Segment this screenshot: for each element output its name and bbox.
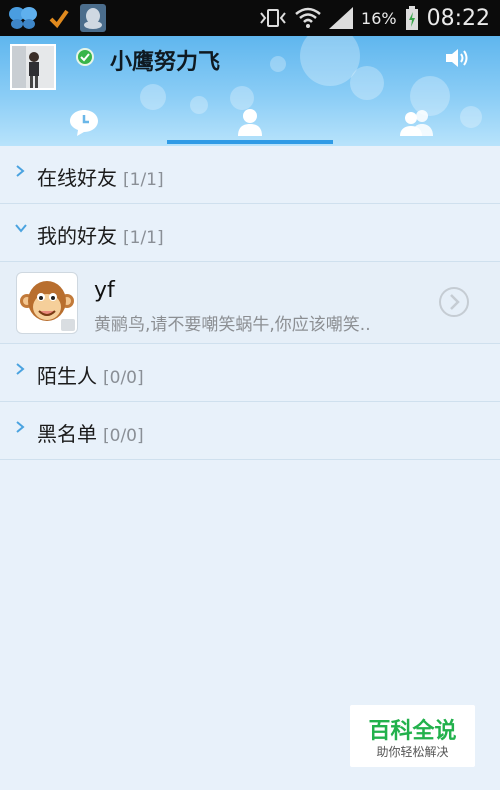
watermark-badge: 百科全说 助你轻松解决: [350, 705, 475, 767]
online-status-icon[interactable]: [76, 48, 94, 66]
profile-header: 小鹰努力飞: [0, 36, 500, 146]
notification-icons: [8, 4, 106, 32]
chevron-circle-right-icon[interactable]: [438, 286, 470, 318]
check-icon: [49, 9, 69, 29]
person-icon: [238, 109, 262, 136]
group-label: 黑名单 [0/0]: [37, 418, 144, 447]
tab-contacts[interactable]: [167, 98, 333, 146]
main-tabs: [0, 98, 500, 146]
group-count: [0/0]: [103, 368, 144, 388]
watermark-subtitle: 助你轻松解决: [376, 745, 449, 759]
my-nickname[interactable]: 小鹰努力飞: [110, 44, 220, 76]
group-count: [1/1]: [123, 170, 164, 190]
wifi-icon: [295, 7, 321, 28]
group-name: 黑名单: [37, 422, 97, 446]
qq-penguin-icon: [80, 4, 106, 32]
speaker-icon[interactable]: [444, 46, 470, 74]
profile-photo: [12, 46, 54, 88]
group-name: 陌生人: [37, 364, 97, 388]
clock: 08:22: [426, 5, 490, 31]
system-icons: 16% 08:22: [259, 0, 490, 36]
friend-avatar[interactable]: [16, 272, 78, 334]
group-blacklist[interactable]: 黑名单 [0/0]: [0, 402, 500, 460]
group-label: 我的好友 [1/1]: [37, 220, 164, 249]
friend-name: yf: [94, 278, 115, 303]
group-label: 陌生人 [0/0]: [37, 360, 144, 389]
my-avatar[interactable]: [10, 44, 56, 90]
friend-row-yf[interactable]: yf 黄鹂鸟,请不要嘲笑蜗牛,你应该嘲笑..: [0, 262, 500, 344]
battery-percent: 16%: [361, 8, 397, 28]
watermark-title: 百科全说: [368, 719, 457, 744]
friend-signature: 黄鹂鸟,请不要嘲笑蜗牛,你应该嘲笑..: [94, 315, 371, 335]
people-icon: [399, 110, 433, 136]
tab-groups[interactable]: [333, 98, 500, 146]
group-label: 在线好友 [1/1]: [37, 162, 164, 191]
chevron-down-icon: [15, 224, 27, 233]
group-strangers[interactable]: 陌生人 [0/0]: [0, 344, 500, 402]
group-count: [0/0]: [103, 426, 144, 446]
group-online-friends[interactable]: 在线好友 [1/1]: [0, 146, 500, 204]
friend-list: 在线好友 [1/1] 我的好友 [1/1] yf 黄鹂鸟,请不要嘲笑蜗牛,你应该…: [0, 146, 500, 460]
vibrate-icon: [260, 9, 286, 27]
signal-icon: [329, 7, 354, 29]
tab-indicator: [167, 140, 333, 144]
status-bar: 16% 08:22: [0, 0, 500, 36]
butterfly-app-icon: [9, 7, 37, 29]
group-name: 我的好友: [37, 224, 117, 248]
battery-charging-icon: [405, 6, 418, 30]
group-my-friends[interactable]: 我的好友 [1/1]: [0, 204, 500, 262]
clock-chat-icon: [69, 110, 98, 136]
monkey-avatar-icon: [20, 281, 75, 331]
chevron-right-icon: [16, 363, 25, 375]
tab-recent[interactable]: [0, 98, 167, 146]
group-count: [1/1]: [123, 228, 164, 248]
chevron-right-icon: [16, 165, 25, 177]
chevron-right-icon: [16, 421, 25, 433]
group-name: 在线好友: [37, 166, 117, 190]
